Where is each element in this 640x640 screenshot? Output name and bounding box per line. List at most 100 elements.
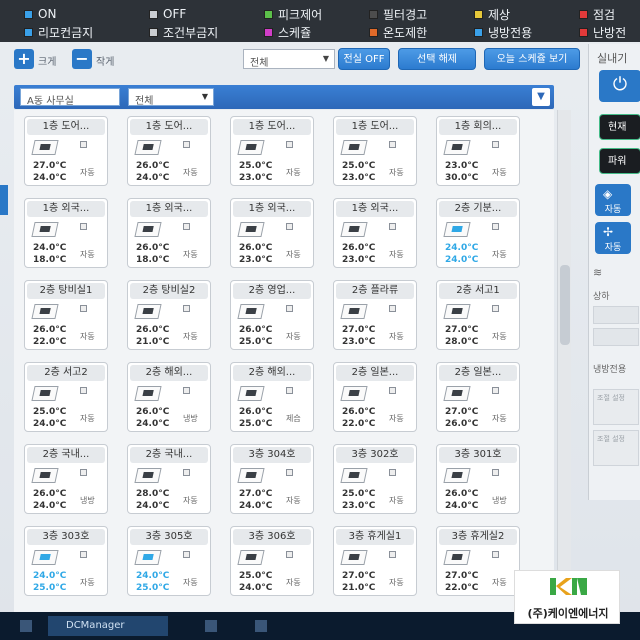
cassette-ac-icon [443,222,471,237]
indoor-unit-card[interactable]: 2층 국내... 26.0°C 24.0°C 냉방 [24,444,108,514]
unit-name: 1층 도어... [233,119,311,135]
unit-select-checkbox[interactable] [492,223,499,230]
scrollbar-thumb[interactable] [560,265,570,345]
schedule-view-button[interactable]: 오늘 스케쥴 보기 [484,48,580,70]
indoor-unit-card[interactable]: 3층 303호 24.0°C 25.0°C 자동 [24,526,108,596]
unit-select-checkbox[interactable] [389,305,396,312]
swing-icon[interactable]: ≋ [593,266,602,279]
indoor-unit-card[interactable]: 1층 외국... 26.0°C 23.0°C 자동 [230,198,314,268]
indoor-unit-card[interactable]: 1층 회의... 23.0°C 30.0°C 자동 [436,116,520,186]
unit-select-checkbox[interactable] [183,387,190,394]
indoor-unit-card[interactable]: 1층 외국... 26.0°C 18.0°C 자동 [127,198,211,268]
indoor-unit-card[interactable]: 2층 서고2 25.0°C 24.0°C 자동 [24,362,108,432]
zoom-out-button[interactable]: − [72,49,92,69]
indoor-unit-card[interactable]: 2층 서고1 27.0°C 28.0°C 자동 [436,280,520,350]
indoor-unit-card[interactable]: 1층 외국... 24.0°C 18.0°C 자동 [24,198,108,268]
indoor-unit-card[interactable]: 3층 304호 27.0°C 24.0°C 자동 [230,444,314,514]
indoor-unit-card[interactable]: 1층 외국... 26.0°C 23.0°C 자동 [333,198,417,268]
unit-select-checkbox[interactable] [80,469,87,476]
indoor-unit-card[interactable]: 1층 도어... 26.0°C 24.0°C 자동 [127,116,211,186]
power-button[interactable]: ⏻ [599,70,640,102]
indoor-unit-card[interactable]: 3층 휴게실1 27.0°C 21.0°C 자동 [333,526,417,596]
legend-item: OFF [149,6,264,22]
unit-select-checkbox[interactable] [183,223,190,230]
unit-select-checkbox[interactable] [492,387,499,394]
unit-select-checkbox[interactable] [183,469,190,476]
unit-select-checkbox[interactable] [286,141,293,148]
all-off-button[interactable]: 전실 OFF [338,48,390,70]
unit-select-checkbox[interactable] [492,551,499,558]
cassette-ac-icon [134,386,162,401]
unit-select-checkbox[interactable] [286,551,293,558]
indoor-unit-card[interactable]: 2층 플라류 27.0°C 23.0°C 자동 [333,280,417,350]
vertical-scrollbar[interactable] [557,110,571,630]
indoor-unit-card[interactable]: 1층 도어... 25.0°C 23.0°C 자동 [230,116,314,186]
indoor-unit-card[interactable]: 2층 국내... 28.0°C 24.0°C 자동 [127,444,211,514]
unit-name: 2층 국내... [130,447,208,463]
legend-item: 냉방전용 [474,24,579,40]
unit-select-checkbox[interactable] [80,305,87,312]
indoor-unit-card[interactable]: 3층 301호 26.0°C 24.0°C 냉방 [436,444,520,514]
room-temperature: 24.0°C [136,173,170,183]
unit-select-checkbox[interactable] [389,141,396,148]
taskbar-icon[interactable] [255,620,267,632]
unit-select-checkbox[interactable] [80,141,87,148]
power-wind-button[interactable]: 파워 [599,148,640,174]
building-select[interactable]: A동 사무실 [20,88,120,107]
unit-select-checkbox[interactable] [183,141,190,148]
set-temperature: 26.0°C [239,407,273,417]
indoor-unit-card[interactable]: 2층 해외... 26.0°C 24.0°C 냉방 [127,362,211,432]
building-select-value: A동 사무실 [27,96,74,107]
unit-select-checkbox[interactable] [183,305,190,312]
current-button[interactable]: 현재 [599,114,640,140]
chevron-down-icon[interactable]: ▼ [532,88,550,106]
indoor-unit-card[interactable]: 2층 탕비실2 26.0°C 21.0°C 자동 [127,280,211,350]
indoor-unit-card[interactable]: 2층 탕비실1 26.0°C 22.0°C 자동 [24,280,108,350]
unit-name: 1층 외국... [27,201,105,217]
cassette-ac-icon [237,468,265,483]
floor-select[interactable]: 전체 ▼ [128,88,214,107]
unit-name: 3층 304호 [233,447,311,463]
indoor-unit-card[interactable]: 2층 영업... 26.0°C 25.0°C 자동 [230,280,314,350]
indoor-unit-card[interactable]: 3층 305호 24.0°C 25.0°C 자동 [127,526,211,596]
indoor-unit-card[interactable]: 1층 도어... 27.0°C 24.0°C 자동 [24,116,108,186]
setting-box[interactable] [593,306,639,324]
unit-select-checkbox[interactable] [183,551,190,558]
unit-select-checkbox[interactable] [80,387,87,394]
indoor-unit-card[interactable]: 3층 휴게실2 27.0°C 22.0°C 자동 [436,526,520,596]
indoor-unit-card[interactable]: 2층 일본... 26.0°C 22.0°C 자동 [333,362,417,432]
unit-select-checkbox[interactable] [80,551,87,558]
fan-auto-button[interactable]: ✢ 자동 [595,222,631,254]
unit-select-checkbox[interactable] [389,469,396,476]
indoor-unit-card[interactable]: 3층 306호 25.0°C 24.0°C 자동 [230,526,314,596]
room-temperature: 24.0°C [33,501,67,511]
unit-select-checkbox[interactable] [492,469,499,476]
side-tab[interactable] [0,185,8,215]
unit-select-checkbox[interactable] [389,551,396,558]
unit-select-checkbox[interactable] [286,223,293,230]
unit-name: 2층 서고1 [439,283,517,299]
indoor-unit-card[interactable]: 2층 일본... 27.0°C 26.0°C 자동 [436,362,520,432]
unit-select-checkbox[interactable] [492,305,499,312]
taskbar-app-button[interactable]: DCManager [48,616,168,636]
unit-select-checkbox[interactable] [286,469,293,476]
start-icon[interactable] [20,620,32,632]
unit-select-checkbox[interactable] [389,223,396,230]
unit-select-checkbox[interactable] [80,223,87,230]
taskbar-icon[interactable] [205,620,217,632]
indoor-unit-card[interactable]: 3층 302호 25.0°C 23.0°C 자동 [333,444,417,514]
unit-select-checkbox[interactable] [286,305,293,312]
indoor-unit-card[interactable]: 2층 기분... 24.0°C 24.0°C 자동 [436,198,520,268]
unit-select-checkbox[interactable] [286,387,293,394]
filter-select[interactable]: 전체 ▼ [243,49,335,69]
zoom-in-button[interactable]: + [14,49,34,69]
indoor-unit-card[interactable]: 2층 해외... 26.0°C 25.0°C 제습 [230,362,314,432]
unit-select-checkbox[interactable] [492,141,499,148]
cassette-ac-icon [443,386,471,401]
setting-box[interactable] [593,328,639,346]
deselect-button[interactable]: 선택 해제 [398,48,476,70]
indoor-unit-card[interactable]: 1층 도어... 25.0°C 23.0°C 자동 [333,116,417,186]
unit-select-checkbox[interactable] [389,387,396,394]
set-temperature: 26.0°C [136,161,170,171]
mode-auto-button[interactable]: ◈ 자동 [595,184,631,216]
